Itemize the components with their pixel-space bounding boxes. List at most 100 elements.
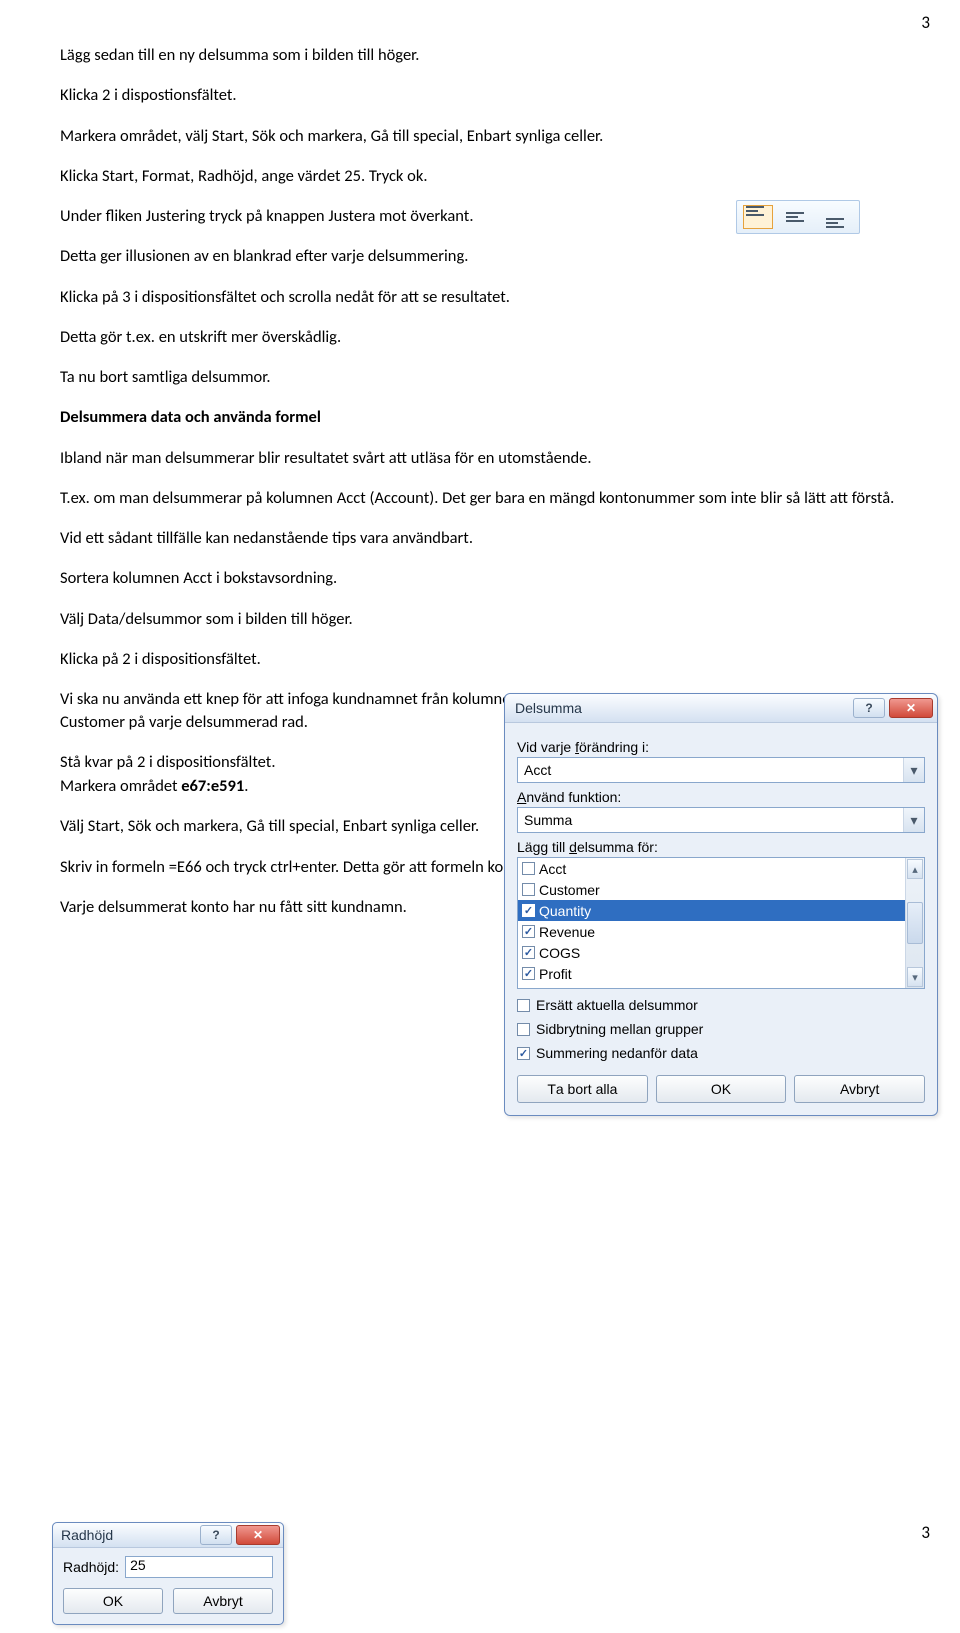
help-button[interactable]: ? (853, 698, 885, 718)
list-item[interactable]: ✓ Quantity (518, 900, 905, 921)
align-top-icon[interactable] (743, 205, 773, 229)
paragraph: Ibland när man delsummerar blir resultat… (60, 447, 900, 469)
list-item[interactable]: ✓ Profit (518, 963, 905, 984)
paragraph: Detta gör t.ex. en utskrift mer överskåd… (60, 326, 900, 348)
text: mmering nedanför data (553, 1045, 698, 1061)
combo-value: Acct (524, 762, 903, 778)
text: Markera området (60, 776, 181, 796)
text: Vid varje (517, 739, 575, 755)
checkbox[interactable] (517, 999, 530, 1012)
combo-change[interactable]: Acct ▾ (517, 757, 925, 783)
checkbox[interactable]: ✓ (522, 967, 535, 980)
close-icon: ✕ (906, 701, 916, 715)
remove-all-button[interactable]: Ta bort alla (517, 1075, 648, 1103)
cancel-button[interactable]: Avbryt (173, 1588, 273, 1614)
ok-button[interactable]: OK (656, 1075, 787, 1103)
label-add: Lägg till delsumma för: (517, 839, 925, 855)
paragraph: Stå kvar på 2 i dispositionsfältet. (60, 751, 540, 773)
paragraph: Detta ger illusionen av en blankrad efte… (60, 245, 900, 267)
scroll-track[interactable] (906, 880, 924, 966)
combo-value: Summa (524, 812, 903, 828)
chevron-down-icon[interactable]: ▾ (903, 808, 924, 832)
paragraph: Vid ett sådant tillfälle kan nedanståend… (60, 527, 540, 549)
text: idbrytning mellan grupper (545, 1021, 703, 1037)
scroll-up-icon[interactable]: ▴ (907, 859, 923, 879)
list-item-label: Customer (539, 882, 600, 898)
dialog-titlebar[interactable]: Radhöjd ? ✕ (53, 1523, 283, 1548)
chevron-down-icon[interactable]: ▾ (903, 758, 924, 782)
combo-function[interactable]: Summa ▾ (517, 807, 925, 833)
option-replace[interactable]: Ersätt aktuella delsummor (517, 997, 925, 1013)
paragraph: Klicka 2 i dispostionsfältet. (60, 84, 900, 106)
listbox-add-subtotal[interactable]: AcctCustomer✓Quantity✓Revenue✓COGS✓Profi… (517, 857, 925, 989)
row-height-input[interactable]: 25 (125, 1556, 273, 1578)
ok-button[interactable]: OK (63, 1588, 163, 1614)
checkbox[interactable]: ✓ (517, 1047, 530, 1060)
option-label: Sidbrytning mellan grupper (536, 1021, 703, 1037)
close-button[interactable]: ✕ (236, 1525, 280, 1545)
checkbox[interactable] (517, 1023, 530, 1036)
list-item-label: Profit (539, 966, 572, 982)
dialog-titlebar[interactable]: Delsumma ? ✕ (505, 694, 937, 723)
field-label: Radhöjd: (63, 1559, 119, 1575)
text: S (536, 1045, 545, 1061)
list-item-label: COGS (539, 945, 580, 961)
paragraph: T.ex. om man delsummerar på kolumnen Acc… (60, 487, 900, 509)
cancel-button[interactable]: Avbryt (794, 1075, 925, 1103)
close-icon: ✕ (253, 1528, 263, 1542)
text: elsumma för: (577, 839, 658, 855)
text: . (244, 776, 248, 796)
dialog-title: Radhöjd (61, 1527, 196, 1543)
paragraph: Klicka på 3 i dispositionsfältet och scr… (60, 286, 900, 308)
text: adhöjd: (73, 1559, 119, 1575)
checkbox[interactable] (522, 862, 535, 875)
paragraph: Markera området e67:e591. (60, 775, 540, 797)
close-button[interactable]: ✕ (889, 698, 933, 718)
section-heading: Delsummera data och använda formel (60, 406, 900, 428)
paragraph: Under fliken Justering tryck på knappen … (60, 205, 540, 227)
paragraph: Vi ska nu använda ett knep för att infog… (60, 688, 540, 733)
delsumma-dialog: Delsumma ? ✕ Vid varje förändring i: Acc… (504, 693, 938, 1116)
list-item[interactable]: ✓ COGS (518, 942, 905, 963)
text: E (536, 997, 545, 1013)
dialog-title: Delsumma (515, 700, 849, 716)
text: a bort alla (556, 1081, 617, 1097)
checkbox[interactable]: ✓ (522, 925, 535, 938)
text: d (569, 839, 577, 855)
paragraph: Klicka Start, Format, Radhöjd, ange värd… (60, 165, 900, 187)
help-icon: ? (865, 701, 872, 715)
paragraph: Markera området, välj Start, Sök och mar… (60, 125, 900, 147)
list-item[interactable]: Customer (518, 879, 905, 900)
help-icon: ? (212, 1528, 219, 1542)
align-bottom-icon[interactable] (823, 205, 853, 229)
text: örändring i: (579, 739, 649, 755)
scroll-thumb[interactable] (907, 902, 923, 944)
align-middle-icon[interactable] (783, 205, 813, 229)
text: Lägg till (517, 839, 569, 855)
list-item-label: Quantity (539, 903, 591, 919)
alignment-toolbar (736, 200, 860, 234)
list-item[interactable]: Acct (518, 858, 905, 879)
page-number-top: 3 (921, 12, 930, 33)
option-pagebreak[interactable]: Sidbrytning mellan grupper (517, 1021, 925, 1037)
scrollbar[interactable]: ▴ ▾ (905, 858, 924, 988)
text: nvänd funktion: (526, 789, 621, 805)
option-summary-below[interactable]: ✓ Summering nedanför data (517, 1045, 925, 1061)
checkbox[interactable] (522, 883, 535, 896)
text: S (536, 1021, 545, 1037)
checkbox[interactable]: ✓ (522, 946, 535, 959)
list-item[interactable]: ✓Revenue (518, 921, 905, 942)
option-label: Ersätt aktuella delsummor (536, 997, 698, 1013)
paragraph: Välj Start, Sök och markera, Gå till spe… (60, 815, 540, 837)
paragraph: Välj Data/delsummor som i bilden till hö… (60, 608, 540, 630)
checkbox[interactable]: ✓ (522, 904, 535, 917)
scroll-down-icon[interactable]: ▾ (907, 967, 923, 987)
option-label: Summering nedanför data (536, 1045, 698, 1061)
list-item-label: Acct (539, 861, 566, 877)
text-bold: e67:e591 (181, 776, 244, 796)
paragraph: Klicka på 2 i dispositionsfältet. (60, 648, 540, 670)
paragraph: Lägg sedan till en ny delsumma som i bil… (60, 44, 900, 66)
help-button[interactable]: ? (200, 1525, 232, 1545)
label-function: Använd funktion: (517, 789, 925, 805)
paragraph: Ta nu bort samtliga delsummor. (60, 366, 900, 388)
